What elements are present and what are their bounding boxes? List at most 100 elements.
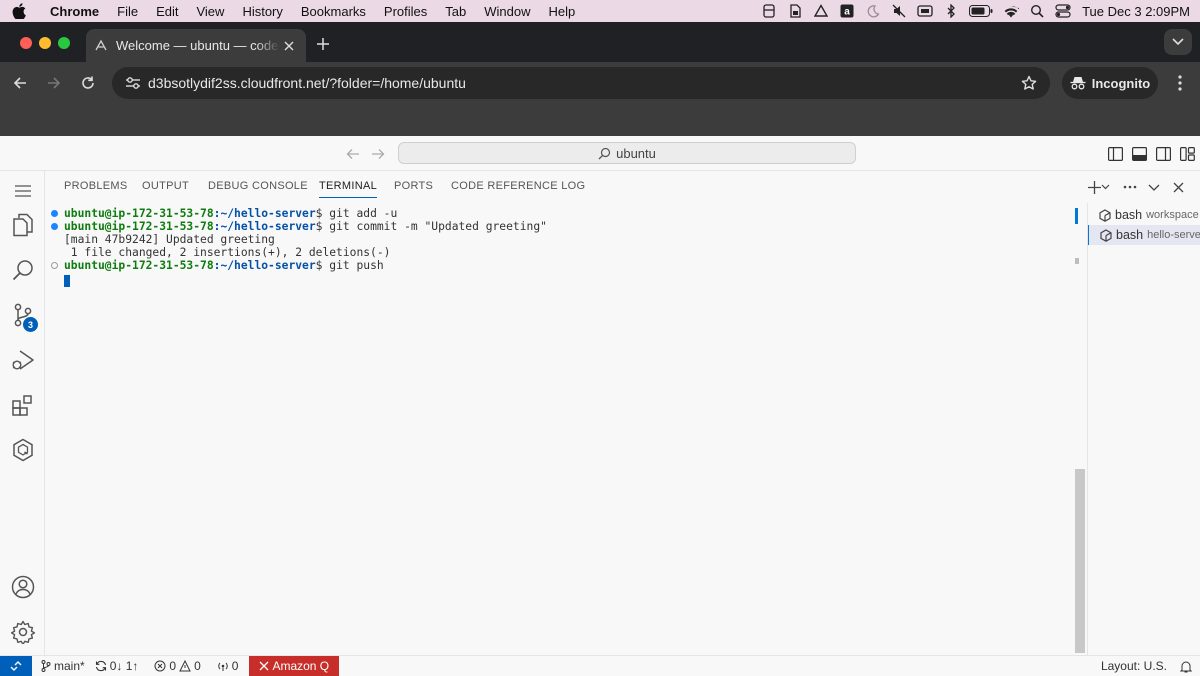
keyboard-layout-indicator[interactable]: Layout: U.S. bbox=[1096, 656, 1200, 676]
terminal-panel: PROBLEMS OUTPUT DEBUG CONSOLE TERMINAL P… bbox=[45, 171, 1200, 655]
menu-bar-clock[interactable]: Tue Dec 3 2:09PM bbox=[1076, 4, 1200, 19]
command-decoration-running[interactable] bbox=[51, 262, 58, 269]
toggle-panel-icon[interactable] bbox=[1130, 145, 1148, 163]
amazon-q-icon[interactable] bbox=[0, 430, 45, 470]
terminal-box-icon bbox=[1099, 208, 1111, 222]
menu-bar-status-area: a Tue Dec 3 2:09PM bbox=[756, 0, 1200, 22]
menu-window[interactable]: Window bbox=[475, 4, 539, 19]
new-tab-button[interactable] bbox=[312, 33, 334, 55]
battery-icon[interactable] bbox=[964, 0, 998, 22]
menu-help[interactable]: Help bbox=[540, 4, 585, 19]
sync-icon bbox=[95, 660, 107, 672]
ports-indicator[interactable]: 0 bbox=[212, 656, 244, 676]
tab-terminal[interactable]: TERMINAL bbox=[319, 180, 378, 198]
tab-problems[interactable]: PROBLEMS bbox=[64, 180, 128, 192]
search-icon bbox=[598, 147, 611, 160]
wifi-icon[interactable] bbox=[998, 0, 1024, 22]
accounts-icon[interactable] bbox=[0, 567, 45, 607]
remote-indicator-icon[interactable] bbox=[0, 655, 32, 676]
reload-button[interactable] bbox=[76, 71, 100, 95]
explorer-icon[interactable] bbox=[0, 205, 45, 245]
run-and-debug-icon[interactable] bbox=[0, 340, 45, 380]
site-info-icon[interactable] bbox=[118, 76, 148, 90]
manage-gear-icon[interactable] bbox=[0, 612, 45, 652]
amazon-icon[interactable]: a bbox=[834, 0, 860, 22]
close-panel-icon[interactable] bbox=[1169, 178, 1187, 196]
nav-back-icon[interactable] bbox=[344, 145, 362, 163]
terminal-line: ubuntu@ip-172-31-53-78:~/hello-server$ g… bbox=[64, 207, 398, 220]
document-icon[interactable] bbox=[782, 0, 808, 22]
toggle-secondary-sidebar-icon[interactable] bbox=[1154, 145, 1172, 163]
window-minimize-button[interactable] bbox=[39, 37, 51, 49]
extensions-icon[interactable] bbox=[0, 385, 45, 425]
command-center-label: ubuntu bbox=[616, 145, 656, 161]
search-view-icon[interactable] bbox=[0, 250, 45, 290]
menu-edit[interactable]: Edit bbox=[147, 4, 187, 19]
incognito-indicator[interactable]: Incognito bbox=[1062, 67, 1158, 99]
branch-indicator[interactable]: main* bbox=[36, 656, 90, 676]
control-center-icon[interactable] bbox=[1050, 0, 1076, 22]
apple-menu-icon[interactable] bbox=[0, 3, 38, 19]
menu-view[interactable]: View bbox=[187, 4, 233, 19]
menu-history[interactable]: History bbox=[233, 4, 291, 19]
window-zoom-button[interactable] bbox=[58, 37, 70, 49]
mute-icon[interactable] bbox=[886, 0, 912, 22]
terminal-cursor bbox=[64, 275, 70, 287]
back-button[interactable] bbox=[8, 71, 32, 95]
notifications-bell-icon[interactable] bbox=[1172, 656, 1200, 676]
menu-app-chrome[interactable]: Chrome bbox=[38, 4, 108, 19]
tab-title: Welcome — ubuntu — code-server bbox=[116, 38, 280, 53]
bluetooth-icon[interactable] bbox=[938, 0, 964, 22]
window-close-button[interactable] bbox=[20, 37, 32, 49]
address-bar[interactable]: d3bsotlydif2ss.cloudfront.net/?folder=/h… bbox=[112, 67, 1050, 99]
status-bar: main* 0↓ 1↑ 0 0 0 Amazon Q Layout: U.S. bbox=[0, 655, 1200, 676]
tab-close-icon[interactable] bbox=[280, 37, 298, 55]
terminal-tabs-list: bash workspace bash hello-server bbox=[1087, 203, 1200, 655]
moon-icon[interactable] bbox=[860, 0, 886, 22]
command-decoration-success[interactable] bbox=[51, 223, 58, 230]
toggle-primary-sidebar-icon[interactable] bbox=[1106, 145, 1124, 163]
command-center[interactable]: ubuntu bbox=[398, 142, 856, 164]
tab-ports[interactable]: PORTS bbox=[394, 180, 433, 192]
source-control-badge: 3 bbox=[23, 317, 38, 332]
sync-indicator[interactable]: 0↓ 1↑ bbox=[90, 656, 144, 676]
broadcast-icon bbox=[217, 660, 229, 672]
panel-tab-bar: PROBLEMS OUTPUT DEBUG CONSOLE TERMINAL P… bbox=[45, 171, 1200, 203]
source-control-icon[interactable]: 3 bbox=[0, 295, 45, 335]
forward-button[interactable] bbox=[42, 71, 66, 95]
tab-search-button[interactable] bbox=[1164, 29, 1192, 55]
menu-tab[interactable]: Tab bbox=[436, 4, 475, 19]
terminal-line: 1 file changed, 2 insertions(+), 2 delet… bbox=[64, 246, 391, 259]
tab-code-reference-log[interactable]: CODE REFERENCE LOG bbox=[451, 180, 585, 192]
maximize-panel-chevron-icon[interactable] bbox=[1145, 178, 1163, 196]
bookmark-star-icon[interactable] bbox=[1014, 75, 1044, 91]
more-actions-icon[interactable] bbox=[1121, 178, 1139, 196]
vscode-title-bar: ubuntu bbox=[0, 136, 1200, 171]
terminal-instance-hello-server[interactable]: bash hello-server bbox=[1088, 225, 1200, 245]
customize-layout-icon[interactable] bbox=[1178, 145, 1196, 163]
menu-bookmarks[interactable]: Bookmarks bbox=[292, 4, 375, 19]
amazon-q-status[interactable]: Amazon Q bbox=[249, 655, 340, 676]
terminal-output[interactable]: ubuntu@ip-172-31-53-78:~/hello-server$ g… bbox=[45, 207, 1075, 647]
tab-output[interactable]: OUTPUT bbox=[142, 180, 189, 192]
browser-tab-welcome[interactable]: Welcome — ubuntu — code-server bbox=[86, 29, 306, 62]
battery-case-icon[interactable] bbox=[756, 0, 782, 22]
chrome-menu-icon[interactable] bbox=[1170, 71, 1190, 95]
code-server-favicon-icon bbox=[94, 39, 108, 53]
screen-icon[interactable] bbox=[912, 0, 938, 22]
spotlight-search-icon[interactable] bbox=[1024, 0, 1050, 22]
terminal-scrollbar[interactable] bbox=[1075, 469, 1085, 653]
chrome-tab-strip: Welcome — ubuntu — code-server bbox=[0, 22, 1200, 62]
terminal-profile-chevron-icon[interactable] bbox=[1099, 178, 1111, 196]
nav-forward-icon[interactable] bbox=[369, 145, 387, 163]
incognito-icon bbox=[1070, 76, 1086, 90]
warning-icon bbox=[179, 659, 191, 672]
command-decoration-success[interactable] bbox=[51, 210, 58, 217]
menu-file[interactable]: File bbox=[108, 4, 147, 19]
tab-debug-console[interactable]: DEBUG CONSOLE bbox=[208, 180, 308, 192]
address-url: d3bsotlydif2ss.cloudfront.net/?folder=/h… bbox=[148, 75, 466, 91]
menu-profiles[interactable]: Profiles bbox=[375, 4, 436, 19]
terminal-instance-workspace[interactable]: bash workspace bbox=[1088, 205, 1200, 225]
problems-indicator[interactable]: 0 0 bbox=[149, 656, 205, 676]
drive-icon[interactable] bbox=[808, 0, 834, 22]
